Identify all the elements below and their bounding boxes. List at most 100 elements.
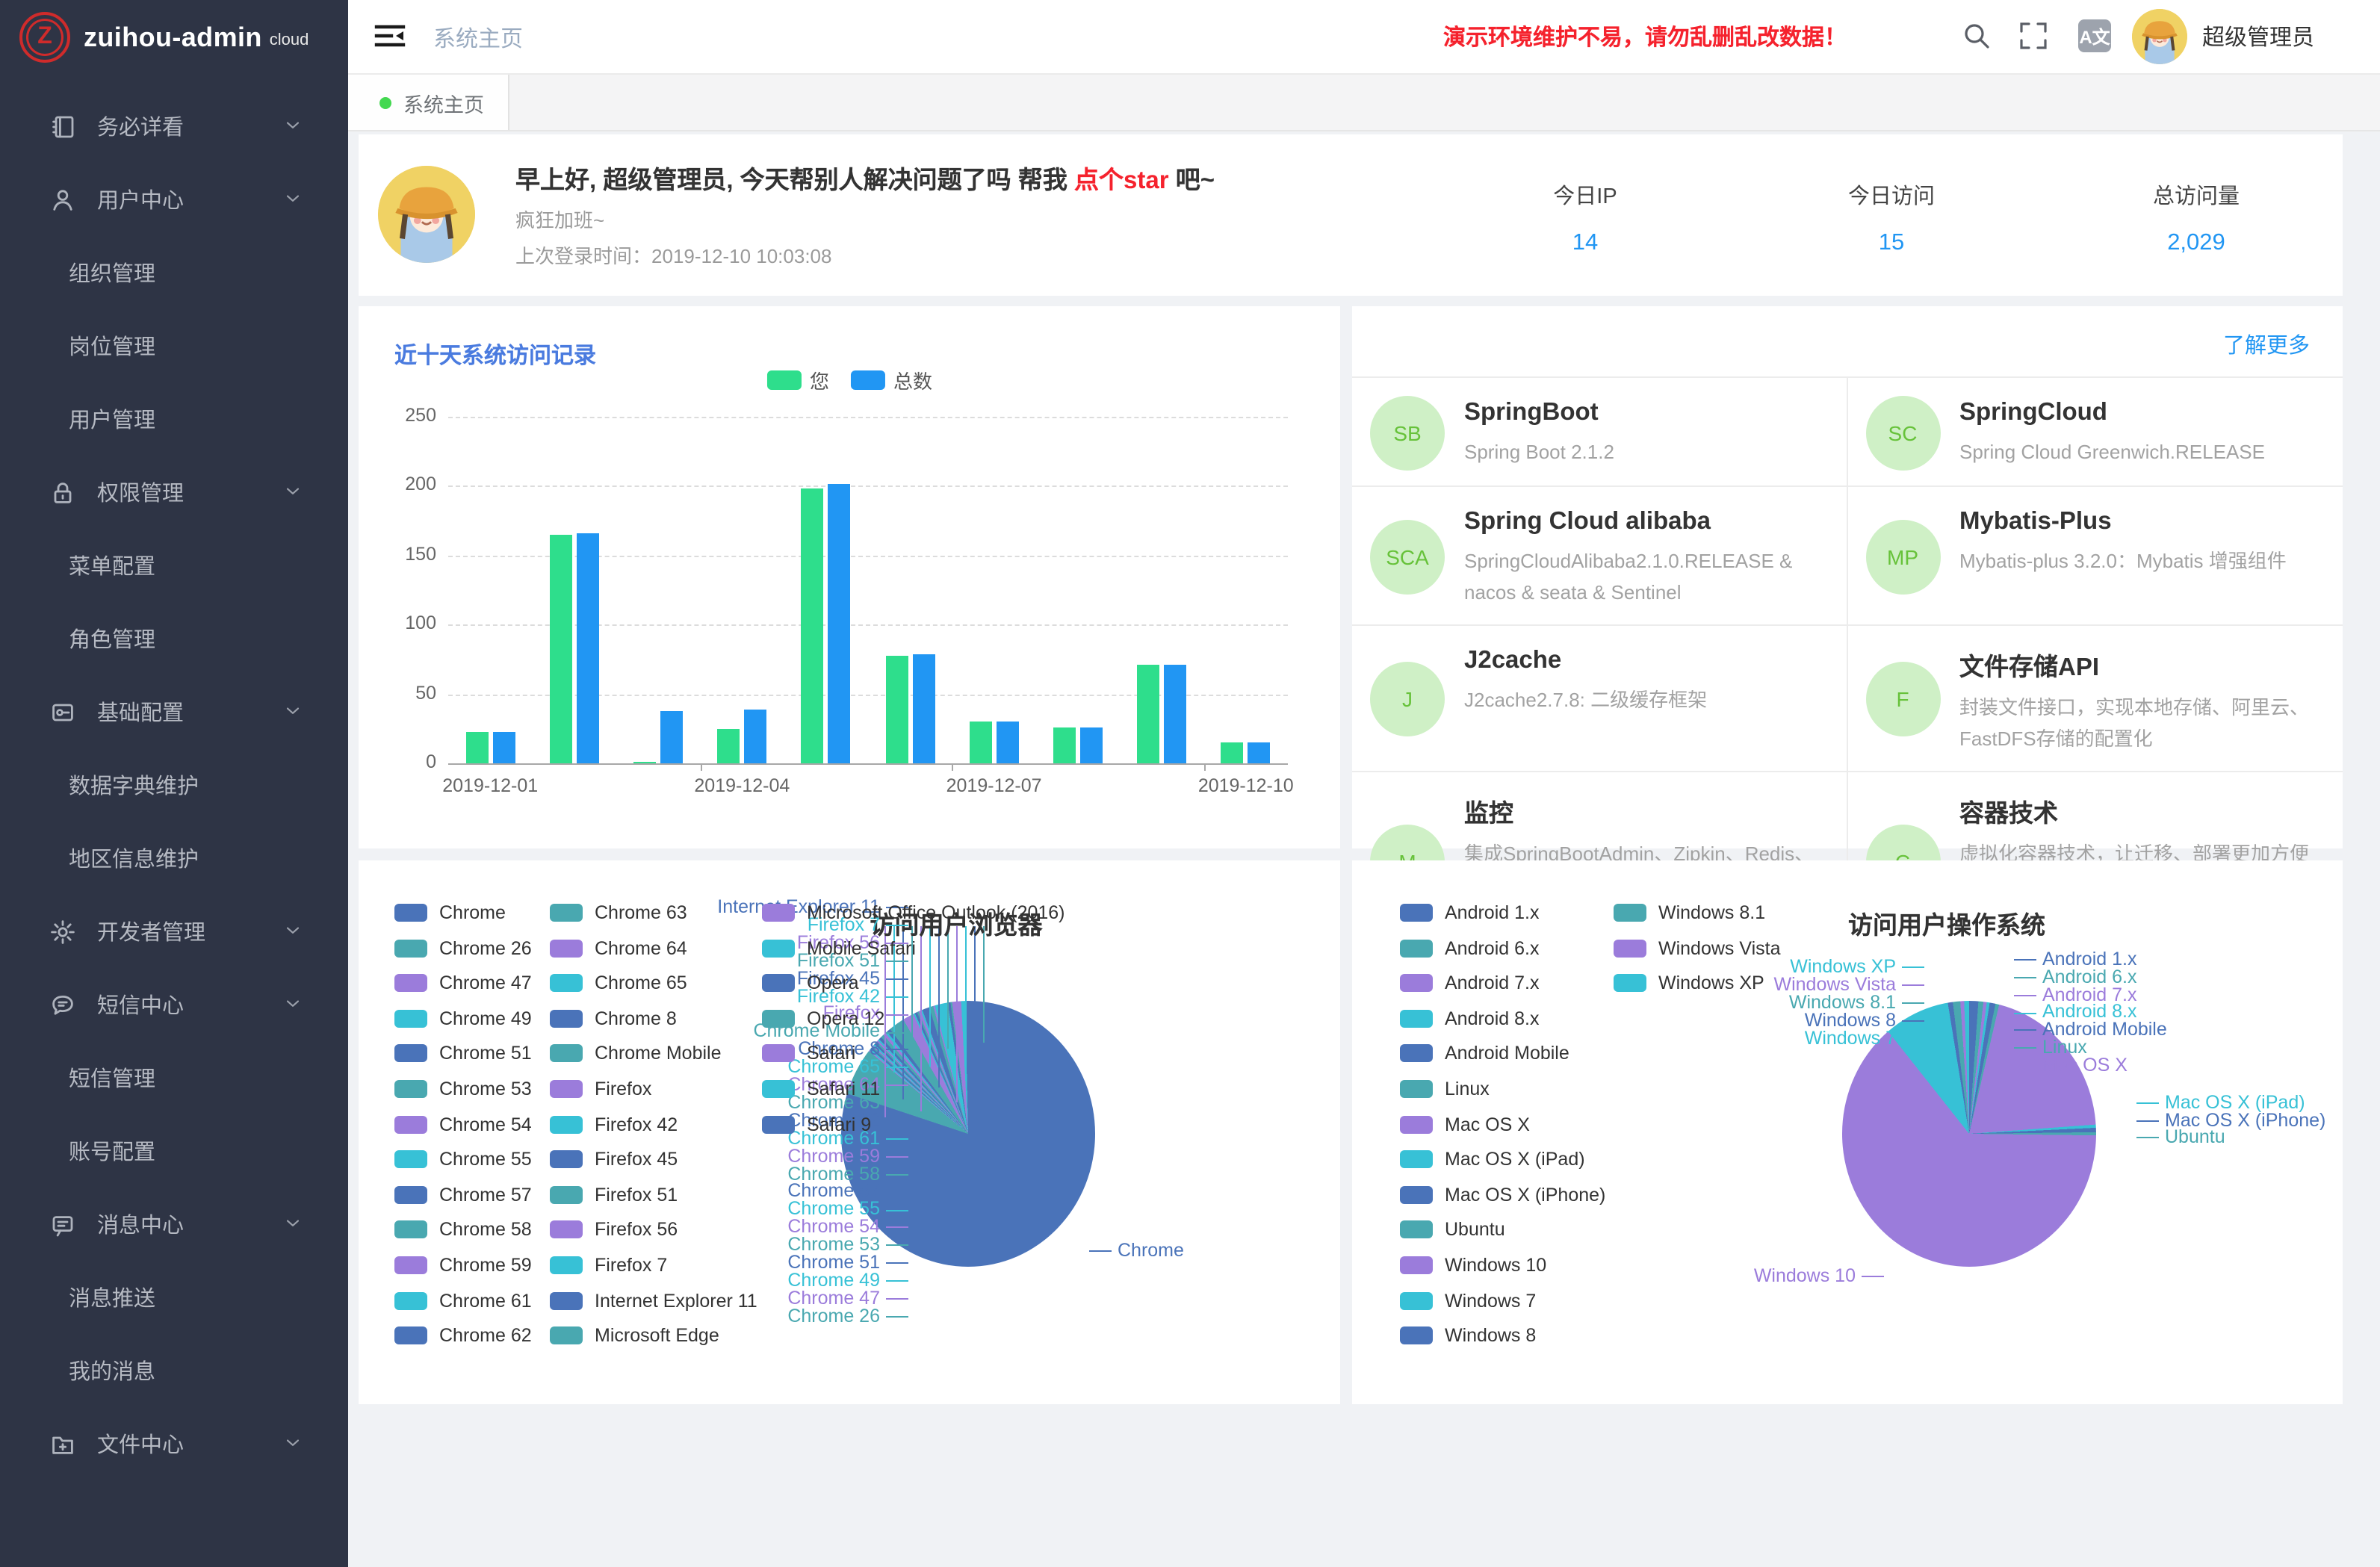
legend-item-Chrome 65[interactable]: Chrome 65	[550, 972, 687, 993]
sidebar-item-label: 短信中心	[97, 989, 184, 1020]
tech-title: Spring Cloud alibaba	[1464, 508, 1819, 536]
legend-item-Mac OS X (iPad)[interactable]: Mac OS X (iPad)	[1400, 1149, 1585, 1170]
legend-item-Linux[interactable]: Linux	[1400, 1079, 1490, 1099]
legend-swatch	[1400, 1150, 1433, 1168]
legend-item-Chrome 26[interactable]: Chrome 26	[394, 937, 532, 958]
sidebar-subitem-岗位管理[interactable]: 岗位管理	[0, 309, 348, 382]
legend-swatch	[1400, 1186, 1433, 1204]
sidebar-item-基础配置[interactable]: 基础配置	[0, 675, 348, 748]
sidebar-subitem-我的消息[interactable]: 我的消息	[0, 1334, 348, 1407]
legend-item-Windows 8.1[interactable]: Windows 8.1	[1614, 902, 1765, 923]
legend-item-Opera 12[interactable]: Opera 12	[762, 1008, 884, 1029]
legend-item-Windows Vista[interactable]: Windows Vista	[1614, 937, 1781, 958]
legend-item-Mac OS X (iPhone)[interactable]: Mac OS X (iPhone)	[1400, 1185, 1605, 1205]
sidebar-item-消息中心[interactable]: 消息中心	[0, 1188, 348, 1261]
legend-item-Android 7.x[interactable]: Android 7.x	[1400, 972, 1539, 993]
legend-item-Firefox 45[interactable]: Firefox 45	[550, 1149, 678, 1170]
legend-item-Chrome 61[interactable]: Chrome 61	[394, 1290, 532, 1311]
sidebar-subitem-地区信息维护[interactable]: 地区信息维护	[0, 822, 348, 895]
legend-item-Safari 11[interactable]: Safari 11	[762, 1079, 880, 1099]
legend-item-Safari 9[interactable]: Safari 9	[762, 1114, 871, 1135]
sidebar-subitem-组织管理[interactable]: 组织管理	[0, 236, 348, 309]
sidebar-item-文件中心[interactable]: 文件中心	[0, 1407, 348, 1480]
legend-label: Windows XP	[1658, 972, 1764, 993]
legend-item-Ubuntu[interactable]: Ubuntu	[1400, 1220, 1505, 1241]
sidebar-item-权限管理[interactable]: 权限管理	[0, 456, 348, 529]
sidebar-item-短信中心[interactable]: 短信中心	[0, 968, 348, 1041]
legend-swatch	[394, 1010, 427, 1028]
legend-item-Android 8.x[interactable]: Android 8.x	[1400, 1008, 1539, 1029]
legend-item-Chrome Mobile[interactable]: Chrome Mobile	[550, 1043, 722, 1064]
legend-swatch	[762, 1045, 795, 1063]
tech-title: SpringBoot	[1464, 399, 1614, 427]
legend-item-Chrome[interactable]: Chrome	[394, 902, 506, 923]
legend-item-Android Mobile[interactable]: Android Mobile	[1400, 1043, 1569, 1064]
user-menu[interactable]: 超级管理员	[2132, 9, 2314, 64]
legend-item-Windows 10[interactable]: Windows 10	[1400, 1255, 1546, 1276]
legend-swatch	[394, 939, 427, 957]
sidebar-subitem-消息推送[interactable]: 消息推送	[0, 1261, 348, 1334]
sidebar-subitem-菜单配置[interactable]: 菜单配置	[0, 529, 348, 602]
sliders-icon	[49, 698, 76, 725]
tech-card-Spring Cloud alibaba: SCASpring Cloud alibabaSpringCloudAlibab…	[1352, 487, 1847, 626]
sidebar-subitem-账号配置[interactable]: 账号配置	[0, 1114, 348, 1188]
legend-item-Firefox[interactable]: Firefox	[550, 1079, 651, 1099]
tech-avatar: J	[1370, 663, 1445, 737]
legend-item-Windows 8[interactable]: Windows 8	[1400, 1325, 1536, 1346]
legend-item-Chrome 64[interactable]: Chrome 64	[550, 937, 687, 958]
legend-swatch	[550, 1150, 583, 1168]
fullscreen-icon[interactable]	[2018, 21, 2048, 51]
tab-system-home[interactable]: 系统主页	[348, 75, 509, 130]
sidebar-item-务必详看[interactable]: 务必详看	[0, 90, 348, 163]
legend-item-Windows XP[interactable]: Windows XP	[1614, 972, 1764, 993]
legend-item-您[interactable]: 您	[766, 366, 829, 394]
legend-item-Safari[interactable]: Safari	[762, 1043, 855, 1064]
tech-card-SpringCloud: SCSpringCloudSpring Cloud Greenwich.RELE…	[1847, 378, 2343, 487]
legend-item-总数[interactable]: 总数	[850, 366, 932, 394]
legend-item-Microsoft Office Outlook (2016)[interactable]: Microsoft Office Outlook (2016)	[762, 902, 1065, 923]
search-icon[interactable]	[1962, 21, 1992, 51]
app-logo[interactable]: Z zuihou-admin cloud	[0, 0, 348, 75]
legend-item-Mac OS X[interactable]: Mac OS X	[1400, 1114, 1530, 1135]
legend-item-Chrome 63[interactable]: Chrome 63	[550, 902, 687, 923]
legend-item-Chrome 54[interactable]: Chrome 54	[394, 1114, 532, 1135]
sidebar-item-用户中心[interactable]: 用户中心	[0, 163, 348, 236]
legend-item-Internet Explorer 11[interactable]: Internet Explorer 11	[550, 1290, 757, 1311]
star-link[interactable]: 点个star	[1074, 167, 1169, 194]
sidebar-subitem-用户管理[interactable]: 用户管理	[0, 382, 348, 456]
chevron-down-icon	[282, 189, 303, 210]
sidebar-subitem-角色管理[interactable]: 角色管理	[0, 602, 348, 675]
sidebar-subitem-数据字典维护[interactable]: 数据字典维护	[0, 748, 348, 822]
legend-item-Firefox 42[interactable]: Firefox 42	[550, 1114, 678, 1135]
legend-item-Chrome 8[interactable]: Chrome 8	[550, 1008, 677, 1029]
legend-swatch	[550, 1186, 583, 1204]
legend-item-Windows 7[interactable]: Windows 7	[1400, 1290, 1536, 1311]
legend-item-Opera[interactable]: Opera	[762, 972, 859, 993]
legend-swatch	[550, 1256, 583, 1274]
legend-item-Microsoft Edge[interactable]: Microsoft Edge	[550, 1325, 719, 1346]
legend-item-Firefox 56[interactable]: Firefox 56	[550, 1220, 678, 1241]
tech-desc: Mybatis-plus 3.2.0：Mybatis 增强组件	[1959, 545, 2287, 577]
legend-item-Mobile Safari[interactable]: Mobile Safari	[762, 937, 916, 958]
sidebar-item-开发者管理[interactable]: 开发者管理	[0, 895, 348, 968]
sidebar-subitem-短信管理[interactable]: 短信管理	[0, 1041, 348, 1114]
legend-item-Chrome 62[interactable]: Chrome 62	[394, 1325, 532, 1346]
legend-item-Chrome 59[interactable]: Chrome 59	[394, 1255, 532, 1276]
legend-item-Chrome 51[interactable]: Chrome 51	[394, 1043, 532, 1064]
legend-item-Chrome 58[interactable]: Chrome 58	[394, 1220, 532, 1241]
legend-item-Android 1.x[interactable]: Android 1.x	[1400, 902, 1539, 923]
bar-group	[1204, 742, 1288, 763]
legend-item-Chrome 57[interactable]: Chrome 57	[394, 1185, 532, 1205]
menu-fold-icon[interactable]	[374, 19, 406, 52]
tech-card-SpringBoot: SBSpringBootSpring Boot 2.1.2	[1352, 378, 1847, 487]
legend-item-Chrome 55[interactable]: Chrome 55	[394, 1149, 532, 1170]
legend-item-Chrome 49[interactable]: Chrome 49	[394, 1008, 532, 1029]
legend-item-Firefox 51[interactable]: Firefox 51	[550, 1185, 678, 1205]
translate-icon[interactable]: A文	[2078, 19, 2111, 52]
legend-item-Android 6.x[interactable]: Android 6.x	[1400, 937, 1539, 958]
legend-item-Chrome 53[interactable]: Chrome 53	[394, 1079, 532, 1099]
learn-more-link[interactable]: 了解更多	[2223, 329, 2310, 360]
legend-item-Chrome 47[interactable]: Chrome 47	[394, 972, 532, 993]
tech-text: Spring Cloud alibabaSpringCloudAlibaba2.…	[1464, 505, 1819, 609]
legend-item-Firefox 7[interactable]: Firefox 7	[550, 1255, 667, 1276]
